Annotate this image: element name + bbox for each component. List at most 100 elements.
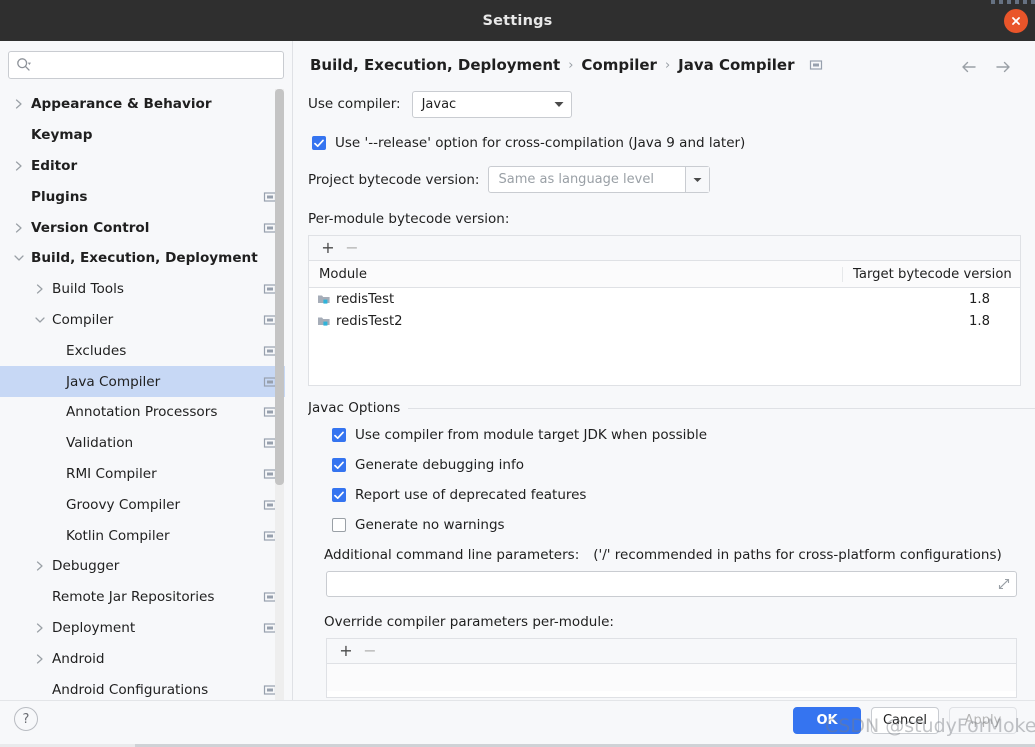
navigation-arrows — [959, 59, 1013, 75]
chevron-down-icon — [35, 317, 45, 323]
javac-option-row: Generate no warnings — [332, 517, 1035, 533]
sidebar-item-label: Kotlin Compiler — [66, 527, 170, 544]
tree-expand-toggle[interactable] — [11, 189, 27, 205]
search-input[interactable] — [8, 51, 284, 79]
tree-expand-toggle[interactable] — [32, 620, 48, 636]
use-compiler-dropdown[interactable]: Javac — [411, 90, 572, 118]
chevron-right-icon — [36, 623, 43, 633]
tree-expand-toggle[interactable] — [11, 250, 27, 266]
apply-button[interactable]: Apply — [949, 707, 1017, 734]
module-cell: redisTest2 — [309, 314, 842, 329]
sidebar-item-annotation-processors[interactable]: Annotation Processors — [0, 397, 285, 428]
chevron-down-icon — [547, 92, 571, 117]
breadcrumb-item-2[interactable]: Java Compiler — [678, 56, 794, 74]
tree-expand-toggle[interactable] — [11, 158, 27, 174]
add-override-button[interactable]: + — [337, 642, 355, 660]
breadcrumb-item-0[interactable]: Build, Execution, Deployment — [310, 56, 560, 74]
tree-expand-toggle[interactable] — [32, 651, 48, 667]
chevron-down-icon — [685, 167, 710, 192]
per-module-table-header: Module Target bytecode version — [309, 261, 1020, 288]
sidebar-item-debugger[interactable]: Debugger — [0, 551, 285, 582]
javac-option-label: Use compiler from module target JDK when… — [355, 427, 708, 443]
column-header-target-bytecode[interactable]: Target bytecode version — [842, 266, 1020, 282]
sidebar-item-label: Java Compiler — [66, 373, 161, 390]
settings-tree: Appearance & Behavior Keymap Editor Plugins… — [0, 89, 285, 700]
additional-params-label-row: Additional command line parameters: ('/'… — [324, 547, 1035, 563]
ok-button[interactable]: OK — [793, 707, 861, 734]
group-divider — [408, 407, 1035, 409]
sidebar-item-keymap[interactable]: Keymap — [0, 120, 285, 151]
tree-expand-toggle[interactable] — [32, 558, 48, 574]
sidebar-item-validation[interactable]: Validation — [0, 428, 285, 459]
close-button[interactable] — [1004, 9, 1028, 33]
sidebar-item-label: RMI Compiler — [66, 465, 157, 482]
javac-option-checkbox[interactable] — [332, 458, 346, 472]
override-table-toolbar: + − — [327, 639, 1016, 664]
sidebar-item-java-compiler[interactable]: Java Compiler — [0, 366, 285, 397]
sidebar-item-deployment[interactable]: Deployment — [0, 613, 285, 644]
arrow-left-icon[interactable] — [959, 59, 979, 75]
target-bytecode-cell[interactable]: 1.8 — [842, 314, 1020, 329]
sidebar-item-editor[interactable]: Editor — [0, 151, 285, 182]
additional-params-input-wrapper — [326, 571, 1017, 597]
table-row[interactable]: redisTest 1.8 — [309, 288, 1020, 310]
chevron-right-icon — [36, 561, 43, 571]
remove-override-button[interactable]: − — [361, 642, 379, 660]
sidebar-item-build-execution-deployment[interactable]: Build, Execution, Deployment — [0, 243, 285, 274]
column-header-module[interactable]: Module — [309, 267, 842, 282]
sidebar-item-label: Validation — [66, 435, 134, 452]
tree-expand-toggle[interactable] — [32, 589, 48, 605]
javac-option-checkbox[interactable] — [332, 518, 346, 532]
javac-option-checkbox[interactable] — [332, 428, 346, 442]
project-bytecode-dropdown[interactable]: Same as language level — [488, 166, 711, 193]
sidebar-item-label: Build Tools — [52, 281, 124, 298]
additional-params-label: Additional command line parameters: — [324, 547, 580, 563]
settings-window: Settings Appearance & Behavior Keymap Edit… — [0, 0, 1035, 747]
breadcrumb: Build, Execution, Deployment › Compiler … — [310, 56, 823, 74]
sidebar-item-android-configurations[interactable]: Android Configurations — [0, 674, 285, 700]
tree-expand-toggle[interactable] — [32, 682, 48, 698]
sidebar-item-label: Build, Execution, Deployment — [31, 250, 258, 267]
breadcrumb-item-1[interactable]: Compiler — [581, 56, 657, 74]
help-button[interactable]: ? — [14, 707, 38, 731]
chevron-right-icon — [36, 654, 43, 664]
tree-expand-toggle[interactable] — [32, 312, 48, 328]
sidebar-item-plugins[interactable]: Plugins — [0, 181, 285, 212]
sidebar-item-appearance-behavior[interactable]: Appearance & Behavior — [0, 89, 285, 120]
sidebar-item-excludes[interactable]: Excludes — [0, 335, 285, 366]
window-decoration-stripe — [991, 0, 1035, 4]
sidebar-scrollbar[interactable] — [275, 89, 284, 700]
javac-option-checkbox[interactable] — [332, 488, 346, 502]
sidebar-item-groovy-compiler[interactable]: Groovy Compiler — [0, 489, 285, 520]
tree-expand-toggle[interactable] — [32, 281, 48, 297]
table-row[interactable]: redisTest2 1.8 — [309, 310, 1020, 332]
sidebar-item-remote-jar-repositories[interactable]: Remote Jar Repositories — [0, 582, 285, 613]
tree-expand-toggle[interactable] — [11, 96, 27, 112]
add-module-button[interactable]: + — [319, 239, 337, 257]
sidebar-item-build-tools[interactable]: Build Tools — [0, 274, 285, 305]
cancel-button[interactable]: Cancel — [871, 707, 939, 734]
title-bar: Settings — [0, 0, 1035, 41]
sidebar-item-version-control[interactable]: Version Control — [0, 212, 285, 243]
additional-params-hint: ('/' recommended in paths for cross-plat… — [593, 547, 1002, 563]
release-option-checkbox[interactable] — [312, 136, 326, 150]
tree-expand-toggle[interactable] — [11, 220, 27, 236]
sidebar-item-kotlin-compiler[interactable]: Kotlin Compiler — [0, 520, 285, 551]
remove-module-button[interactable]: − — [343, 239, 361, 257]
module-cell: redisTest — [309, 292, 842, 307]
sidebar-item-android[interactable]: Android — [0, 643, 285, 674]
target-bytecode-cell[interactable]: 1.8 — [842, 292, 1020, 307]
arrow-right-icon[interactable] — [993, 59, 1013, 75]
additional-params-input[interactable] — [326, 571, 1017, 597]
expand-icon[interactable] — [998, 578, 1010, 590]
search-field-wrapper — [8, 51, 284, 79]
sidebar-scrollbar-thumb[interactable] — [275, 89, 284, 485]
tree-expand-toggle[interactable] — [11, 127, 27, 143]
project-bytecode-label: Project bytecode version: — [308, 171, 480, 188]
sidebar-item-label: Plugins — [31, 188, 88, 205]
sidebar-item-rmi-compiler[interactable]: RMI Compiler — [0, 459, 285, 490]
project-settings-icon — [809, 60, 822, 70]
project-bytecode-row: Project bytecode version: Same as langua… — [308, 166, 1035, 193]
sidebar-item-compiler[interactable]: Compiler — [0, 305, 285, 336]
sidebar-item-label: Android Configurations — [52, 681, 209, 698]
